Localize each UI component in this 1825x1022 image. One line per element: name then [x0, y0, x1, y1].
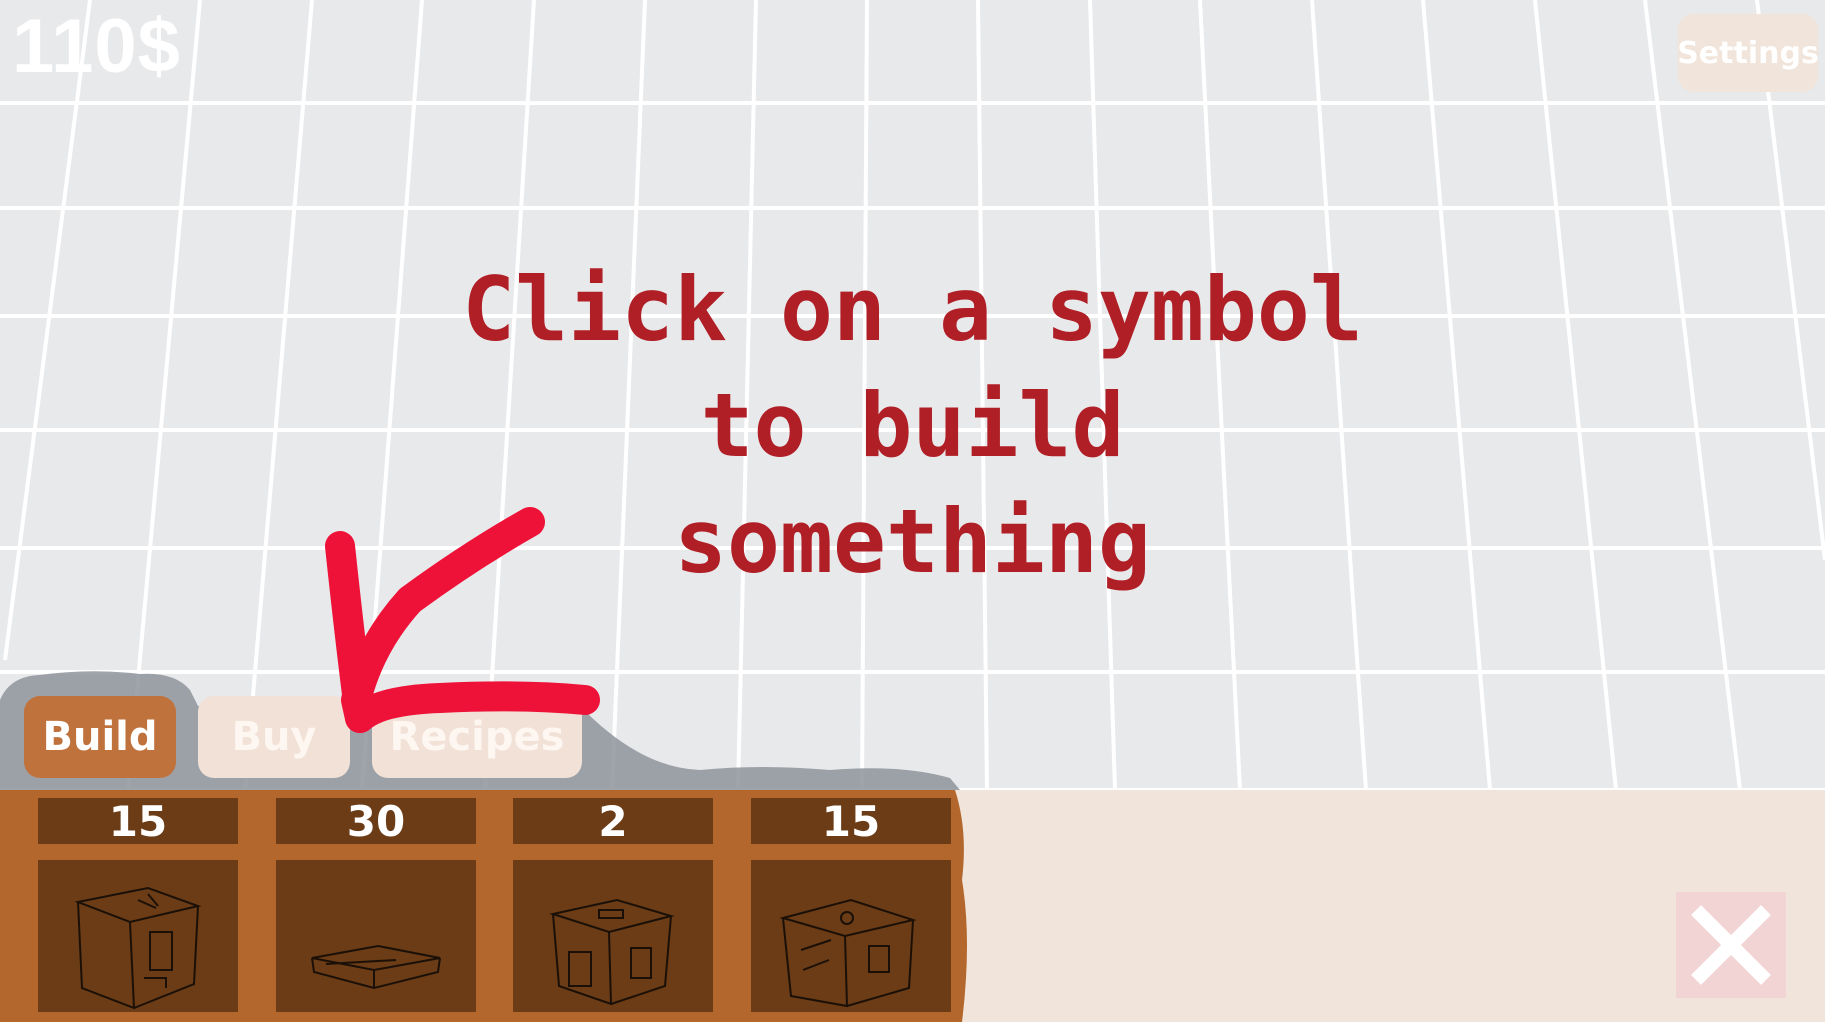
tutorial-arrow-icon [325, 507, 600, 733]
